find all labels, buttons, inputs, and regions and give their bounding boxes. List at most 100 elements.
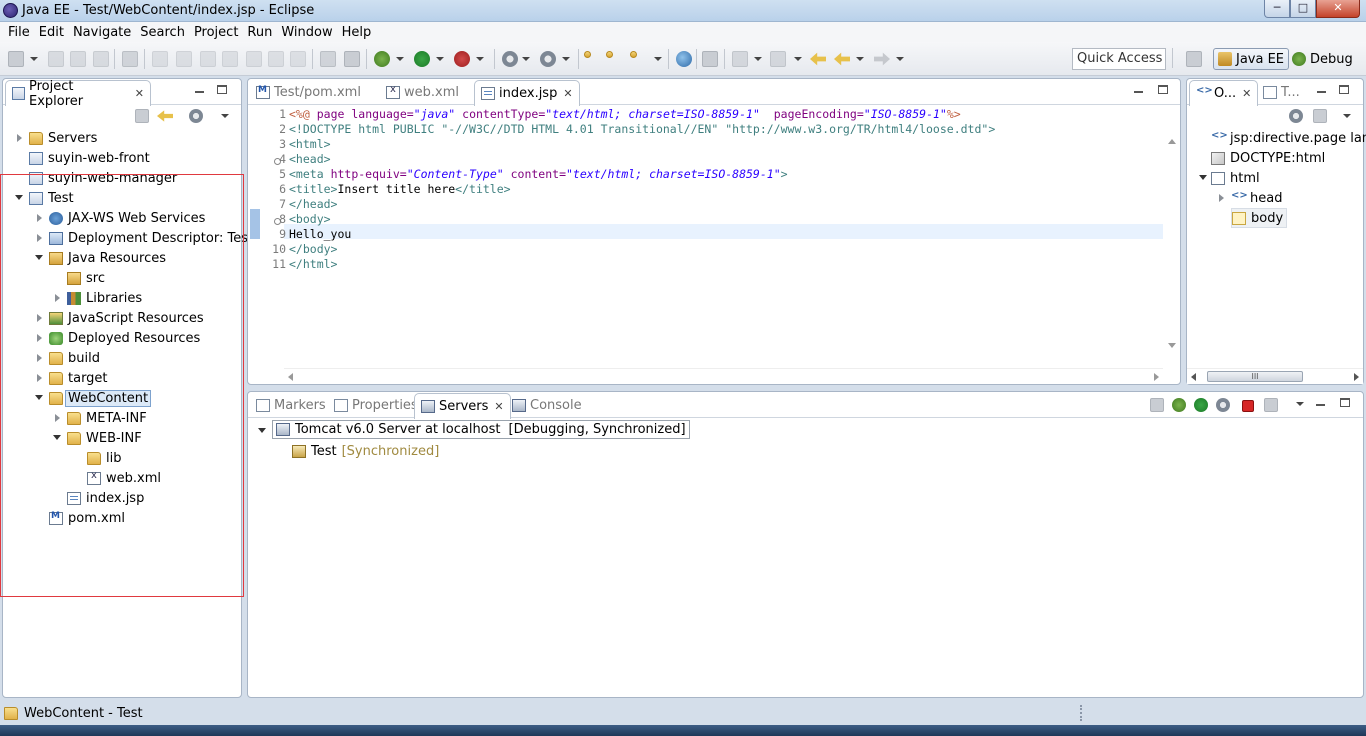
quick-access-field[interactable]: Quick Access	[1072, 48, 1166, 70]
collapse-all-icon[interactable]	[135, 109, 149, 123]
expand-icon[interactable]	[1219, 194, 1224, 202]
external-tools-dropdown-icon[interactable]	[476, 57, 484, 61]
minimize-button[interactable]: ─	[1264, 0, 1290, 18]
view-menu-dropdown-icon[interactable]	[1343, 114, 1351, 118]
maximize-button[interactable]: □	[1290, 0, 1316, 18]
tab-pom-xml[interactable]: Test/pom.xml	[250, 79, 367, 105]
print-icon[interactable]	[93, 51, 109, 67]
close-icon[interactable]: ✕	[494, 400, 503, 413]
tree-item-index-jsp[interactable]: index.jsp	[67, 488, 144, 508]
tab-task-list[interactable]: T...	[1257, 79, 1306, 105]
close-icon[interactable]: ✕	[135, 87, 144, 100]
expand-icon[interactable]	[37, 354, 42, 362]
editor-vertical-scrollbar[interactable]	[1164, 135, 1180, 352]
resume-icon[interactable]	[152, 51, 168, 67]
save-all-icon[interactable]	[70, 51, 86, 67]
start-server-icon[interactable]	[1194, 398, 1208, 412]
outline-horizontal-scrollbar[interactable]: III	[1187, 368, 1363, 384]
tree-item-web-inf[interactable]: WEB-INF	[67, 428, 142, 448]
tree-item-libraries[interactable]: Libraries	[67, 288, 142, 308]
open-dropdown-icon[interactable]	[654, 57, 662, 61]
close-icon[interactable]: ✕	[1242, 87, 1251, 100]
step-return-icon[interactable]	[290, 51, 306, 67]
previous-annotation-icon[interactable]	[770, 51, 786, 67]
tree-item-deployment-descriptor[interactable]: Deployment Descriptor: Test	[49, 228, 253, 248]
view-menu-filter-icon[interactable]	[189, 109, 203, 123]
tree-item-jax-ws[interactable]: JAX-WS Web Services	[49, 208, 205, 228]
tree-item-suyin-web-manager[interactable]: suyin-web-manager	[29, 168, 177, 188]
menu-window[interactable]: Window	[277, 25, 337, 40]
new-icon[interactable]	[8, 51, 24, 67]
tree-item-java-resources[interactable]: Java Resources	[49, 248, 166, 268]
tab-properties[interactable]: Properties	[328, 392, 424, 418]
open-task-icon[interactable]	[630, 51, 637, 58]
forward-icon[interactable]	[874, 52, 890, 66]
publish-icon[interactable]	[1264, 398, 1278, 412]
editor-horizontal-scrollbar[interactable]	[284, 368, 1163, 384]
start-debug-server-icon[interactable]	[1172, 398, 1186, 412]
menu-project[interactable]: Project	[190, 25, 243, 40]
menu-run[interactable]: Run	[243, 25, 277, 40]
new-server-dropdown-icon[interactable]	[522, 57, 530, 61]
stop-server-icon[interactable]	[1242, 400, 1254, 412]
tree-item-deployed-resources[interactable]: Deployed Resources	[49, 328, 200, 348]
link-with-editor-icon[interactable]	[157, 110, 173, 122]
open-type-icon[interactable]	[584, 51, 591, 58]
menu-help[interactable]: Help	[338, 25, 377, 40]
menu-file[interactable]: File	[4, 25, 35, 40]
tab-markers[interactable]: Markers	[250, 392, 332, 418]
expand-icon[interactable]	[37, 234, 42, 242]
use-step-filters-icon[interactable]	[344, 51, 360, 67]
tree-item-servers[interactable]: Servers	[29, 128, 97, 148]
collapse-icon[interactable]	[258, 428, 266, 433]
collapse-icon[interactable]	[53, 435, 61, 440]
forward-dropdown-icon[interactable]	[896, 57, 904, 61]
outline-item-body[interactable]: body	[1231, 208, 1288, 228]
scroll-right-icon[interactable]	[1154, 373, 1159, 381]
tab-outline[interactable]: O... ✕	[1189, 80, 1259, 106]
last-edit-location-icon[interactable]	[810, 52, 826, 66]
suspend-icon[interactable]	[176, 51, 192, 67]
tree-item-meta-inf[interactable]: META-INF	[67, 408, 147, 428]
server-module-test[interactable]: Test [Synchronized]	[292, 441, 439, 461]
expand-icon[interactable]	[55, 294, 60, 302]
collapse-all-icon[interactable]	[1150, 398, 1164, 412]
tree-item-target[interactable]: target	[49, 368, 108, 388]
outline-item-doctype[interactable]: DOCTYPE:html	[1211, 148, 1325, 168]
collapse-icon[interactable]	[35, 255, 43, 260]
tab-web-xml[interactable]: web.xml	[380, 79, 465, 105]
previous-annotation-dropdown-icon[interactable]	[794, 57, 802, 61]
tab-index-jsp[interactable]: index.jsp ✕	[474, 80, 580, 106]
expand-icon[interactable]	[37, 314, 42, 322]
new-web-service-icon[interactable]	[540, 51, 556, 67]
menu-search[interactable]: Search	[136, 25, 190, 40]
outline-filter-icon[interactable]	[1289, 109, 1303, 123]
tree-item-lib[interactable]: lib	[87, 448, 121, 468]
tree-item-build[interactable]: build	[49, 348, 100, 368]
step-over-icon[interactable]	[268, 51, 284, 67]
tab-project-explorer[interactable]: Project Explorer ✕	[5, 79, 151, 109]
terminate-icon[interactable]	[200, 51, 216, 67]
perspective-java-ee[interactable]: Java EE	[1213, 48, 1290, 70]
expand-icon[interactable]	[37, 334, 42, 342]
expand-icon[interactable]	[37, 214, 42, 222]
browser-icon[interactable]	[676, 51, 692, 67]
debug-dropdown-icon[interactable]	[396, 57, 404, 61]
collapse-all-icon[interactable]	[1313, 109, 1327, 123]
debug-icon[interactable]	[374, 51, 390, 67]
server-row-tomcat[interactable]: Tomcat v6.0 Server at localhost [Debuggi…	[272, 420, 690, 439]
outline-item-head[interactable]: head	[1231, 188, 1282, 208]
open-resource-icon[interactable]	[606, 51, 613, 58]
tree-item-web-xml[interactable]: web.xml	[87, 468, 161, 488]
close-button[interactable]: ✕	[1316, 0, 1360, 18]
close-icon[interactable]: ✕	[563, 87, 572, 100]
new-dropdown-icon[interactable]	[30, 57, 38, 61]
view-menu-dropdown-icon[interactable]	[1296, 402, 1304, 406]
tree-item-suyin-web-front[interactable]: suyin-web-front	[29, 148, 150, 168]
back-dropdown-icon[interactable]	[856, 57, 864, 61]
scroll-right-icon[interactable]	[1354, 373, 1359, 381]
back-icon[interactable]	[834, 52, 850, 66]
next-annotation-dropdown-icon[interactable]	[754, 57, 762, 61]
step-into-icon[interactable]	[246, 51, 262, 67]
web-service-dropdown-icon[interactable]	[562, 57, 570, 61]
